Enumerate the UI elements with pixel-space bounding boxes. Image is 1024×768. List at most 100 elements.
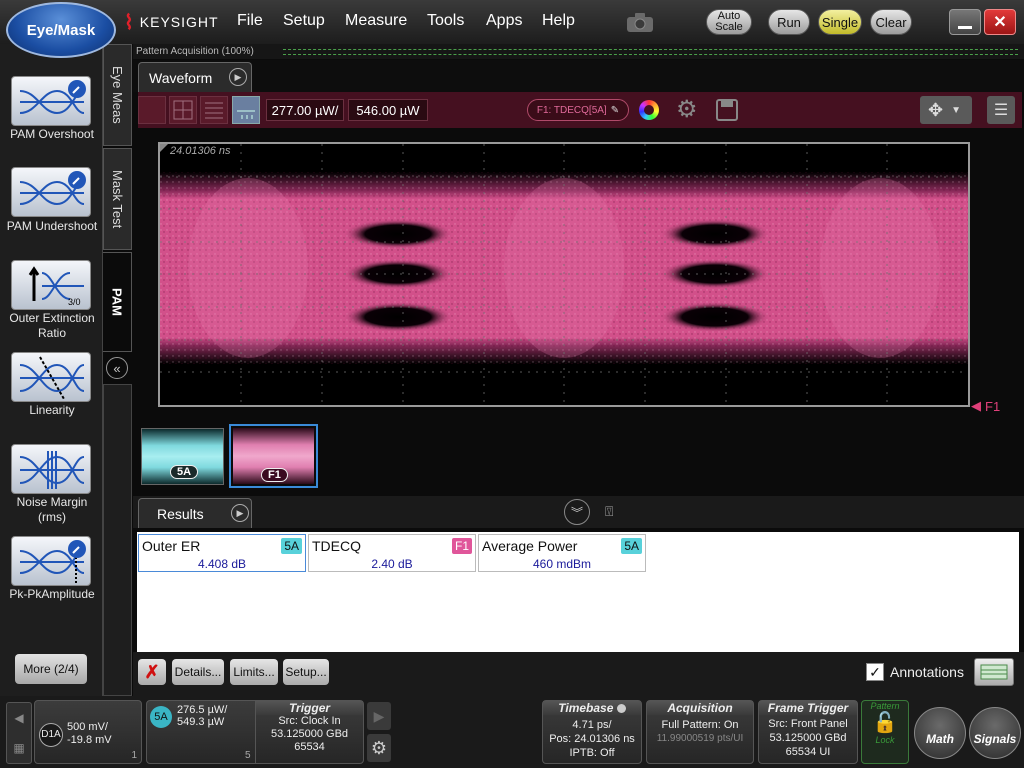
- pam-overshoot-icon: [19, 80, 86, 115]
- chevron-right-icon[interactable]: ▶: [367, 702, 391, 730]
- details-button[interactable]: Details...: [172, 659, 224, 685]
- close-button[interactable]: ✕: [984, 9, 1016, 35]
- waveform-display[interactable]: 24.01306 ns: [158, 142, 970, 407]
- limits-button[interactable]: Limits...: [230, 659, 278, 685]
- pattern-progress-indicator: [283, 49, 1018, 55]
- status-dot-icon: [616, 704, 626, 714]
- annotations-label: Annotations: [890, 664, 964, 680]
- menu-measure[interactable]: Measure: [345, 12, 407, 30]
- collapse-results-icon[interactable]: ︾: [564, 499, 590, 525]
- f1-marker[interactable]: ◀ F1: [971, 398, 1000, 414]
- run-button[interactable]: Run: [768, 9, 810, 35]
- delete-measurement-button[interactable]: ✗: [138, 659, 166, 685]
- chevron-left-icon: ◀: [14, 711, 24, 725]
- source-badge: 5A: [621, 538, 642, 554]
- pam-overshoot-button[interactable]: [11, 76, 91, 126]
- mode-button[interactable]: Eye/Mask: [6, 2, 116, 58]
- camera-icon[interactable]: [624, 10, 656, 34]
- vertical-scale-value[interactable]: 277.00 µW/: [266, 99, 344, 121]
- result-average-power[interactable]: Average Power 5A 460 mdBm: [478, 534, 646, 572]
- table-view-icon: [980, 664, 1008, 680]
- linearity-icon: [19, 356, 85, 400]
- layout-single-icon[interactable]: [138, 96, 166, 124]
- more-button[interactable]: More (2/4): [15, 654, 87, 684]
- triangle-left-icon: ◀: [971, 398, 981, 413]
- auto-scale-button[interactable]: Auto Scale: [706, 9, 752, 35]
- vtab-filler: [103, 384, 132, 696]
- frame-trigger-panel[interactable]: Frame Trigger Src: Front Panel 53.125000…: [758, 700, 858, 764]
- pk-pk-amplitude-button[interactable]: [11, 536, 91, 586]
- pam-undershoot-icon: [19, 171, 86, 206]
- tab-waveform[interactable]: Waveform ▶: [138, 62, 252, 92]
- minimize-icon: [958, 25, 972, 29]
- tab-results[interactable]: Results ▶: [138, 498, 252, 528]
- math-button[interactable]: Math: [914, 707, 966, 759]
- menu-tools[interactable]: Tools: [427, 12, 464, 30]
- vertical-offset-value[interactable]: 546.00 µW: [348, 99, 428, 121]
- tab-mask-test[interactable]: Mask Test: [103, 148, 132, 250]
- result-tdecq[interactable]: TDECQ F1 2.40 dB: [308, 534, 476, 572]
- menu-setup[interactable]: Setup: [283, 12, 325, 30]
- acquisition-panel[interactable]: Acquisition Full Pattern: On 11.99000519…: [646, 700, 754, 764]
- brand-name: KEYSIGHT: [139, 14, 219, 30]
- tab-eye-meas[interactable]: Eye Meas: [103, 44, 132, 146]
- lock-icon: 🔓: [872, 712, 898, 734]
- menu-file[interactable]: File: [237, 12, 263, 30]
- channel-badge: D1A: [39, 723, 63, 747]
- keysight-wave-icon: ⌇: [124, 11, 134, 34]
- gear-icon[interactable]: ⚙: [676, 98, 698, 122]
- play-icon[interactable]: ▶: [229, 68, 247, 86]
- outer-extinction-ratio-icon: 3/0: [28, 266, 84, 307]
- settings-gear-icon[interactable]: ⚙: [367, 734, 391, 762]
- setup-button[interactable]: Setup...: [283, 659, 329, 685]
- brand-logo: ⌇ KEYSIGHT: [124, 10, 219, 34]
- pan-zoom-button[interactable]: ✥ ▼: [920, 96, 972, 124]
- linearity-button[interactable]: [11, 352, 91, 402]
- scroll-left-button[interactable]: ◀ ▦: [6, 702, 32, 764]
- pk-pk-amplitude-icon: [19, 540, 86, 583]
- annotations-checkbox[interactable]: ✓: [866, 663, 884, 681]
- color-wheel-icon[interactable]: [639, 100, 659, 120]
- minimize-button[interactable]: [949, 9, 981, 35]
- clear-button[interactable]: Clear: [870, 9, 912, 35]
- menu-apps[interactable]: Apps: [486, 12, 522, 30]
- outer-extinction-ratio-button[interactable]: 3/0: [11, 260, 91, 310]
- linearity-label: Linearity: [29, 403, 75, 417]
- save-icon[interactable]: [716, 99, 738, 121]
- collapse-panel-icon[interactable]: «: [106, 357, 128, 379]
- pam-eye-diagram: [160, 144, 968, 405]
- timestamp-label: 24.01306 ns: [170, 145, 231, 157]
- trigger-panel[interactable]: Trigger Src: Clock In 53.125000 GBd 6553…: [255, 701, 363, 763]
- x-icon: ✗: [144, 661, 160, 682]
- pam-undershoot-label: PAM Undershoot: [6, 219, 98, 233]
- signals-button[interactable]: Signals: [969, 707, 1021, 759]
- pattern-lock-button[interactable]: Pattern 🔓 Lock: [861, 700, 909, 764]
- hamburger-menu-icon[interactable]: ☰: [987, 96, 1015, 124]
- table-view-button[interactable]: [974, 658, 1014, 686]
- channel-d1a-panel[interactable]: D1A 500 mV/ -19.8 mV 1: [34, 700, 142, 764]
- move-icon: ✥: [928, 99, 944, 120]
- close-icon: ✕: [993, 14, 1007, 31]
- grid-icon: ▦: [13, 741, 25, 755]
- pk-pk-amplitude-label: Pk-PkAmplitude: [9, 587, 95, 601]
- menu-help[interactable]: Help: [542, 12, 575, 30]
- thumbnail-5a[interactable]: 5A: [141, 428, 224, 485]
- layout-stacked-icon[interactable]: [200, 96, 228, 124]
- pam-undershoot-button[interactable]: [11, 167, 91, 217]
- noise-margin-button[interactable]: [11, 444, 91, 494]
- result-outer-er[interactable]: Outer ER 5A 4.408 dB: [138, 534, 306, 572]
- single-button[interactable]: Single: [818, 9, 862, 35]
- pin-icon[interactable]: ⍔: [605, 503, 613, 520]
- outer-extinction-ratio-label: Outer Extinction Ratio: [9, 311, 95, 340]
- channel-5a-panel[interactable]: 5A 276.5 µW/ 549.3 µW Trigger Src: Clock…: [146, 700, 364, 764]
- layout-grid-icon[interactable]: [169, 96, 197, 124]
- play-icon[interactable]: ▶: [231, 504, 249, 522]
- source-badge: F1: [451, 538, 472, 554]
- channel-badge: 5A: [150, 706, 172, 728]
- layout-tiled-icon[interactable]: [232, 96, 260, 124]
- noise-margin-label: Noise Margin (rms): [16, 495, 88, 524]
- timebase-panel[interactable]: Timebase 4.71 ps/ Pos: 24.01306 ns IPTB:…: [542, 700, 642, 764]
- thumbnail-f1[interactable]: F1: [229, 424, 318, 488]
- tab-pam[interactable]: PAM: [103, 252, 132, 352]
- function-selector[interactable]: F1: TDECQ[5A] ✎: [527, 99, 629, 121]
